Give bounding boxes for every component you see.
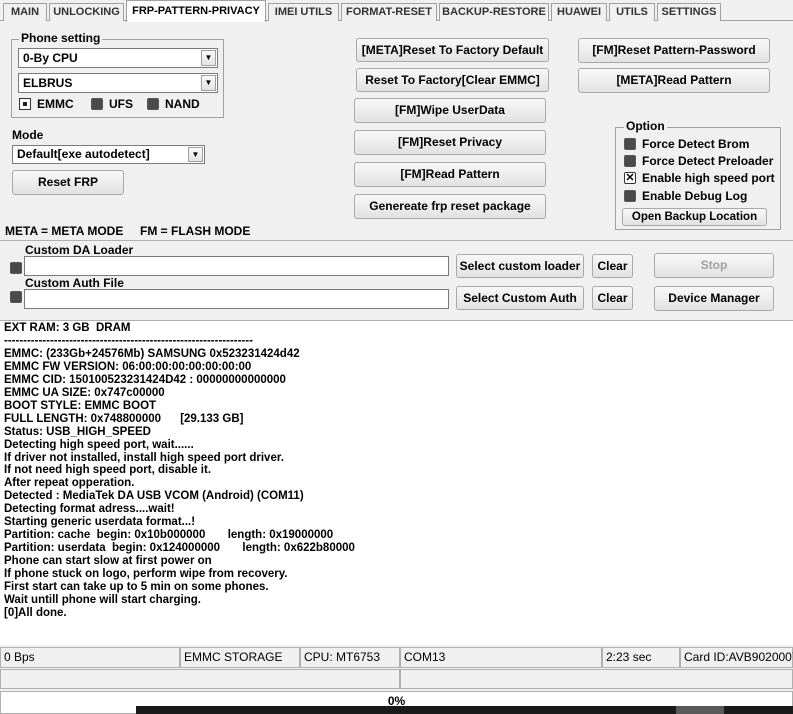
nand-radio[interactable] — [147, 98, 159, 110]
select-custom-loader-button[interactable]: Select custom loader — [456, 254, 584, 278]
log-line: Detected : MediaTek DA USB VCOM (Android… — [4, 490, 304, 503]
meta-reset-factory-button[interactable]: [META]Reset To Factory Default — [356, 38, 549, 62]
custom-da-checkbox[interactable] — [10, 262, 22, 274]
open-backup-location-button[interactable]: Open Backup Location — [622, 208, 767, 226]
custom-auth-input[interactable] — [24, 289, 449, 309]
log-line: EMMC FW VERSION: 06:00:00:00:00:00:00:00 — [4, 360, 252, 373]
log-line: First start can take up to 5 min on some… — [4, 581, 269, 593]
log-line: Detecting high speed port, wait...... — [4, 438, 194, 451]
enable-debug-log-checkbox[interactable] — [624, 190, 636, 202]
custom-da-input[interactable] — [24, 256, 449, 276]
mode-select-value: Default[exe autodetect] — [17, 147, 150, 161]
status-storage: EMMC STORAGE — [180, 647, 300, 668]
cpu-select-value: 0-By CPU — [23, 51, 78, 65]
log-line: Starting generic userdata format...! — [4, 516, 196, 529]
mode-legend: META = META MODE FM = FLASH MODE — [5, 224, 251, 238]
tab-settings[interactable]: SETTINGS — [657, 3, 721, 21]
clear-loader-button[interactable]: Clear — [592, 254, 633, 278]
status-port: COM13 — [400, 647, 602, 668]
force-detect-brom-checkbox[interactable] — [624, 138, 636, 150]
status-extra-right — [400, 669, 793, 689]
tab-main[interactable]: MAIN — [3, 3, 47, 21]
log-line: If not need high speed port, disable it. — [4, 464, 212, 477]
reset-factory-emmc-button[interactable]: Reset To Factory[Clear EMMC] — [356, 68, 549, 92]
tab-format-reset[interactable]: FORMAT-RESET — [341, 3, 437, 21]
custom-auth-checkbox[interactable] — [10, 291, 22, 303]
chevron-down-icon: ▼ — [188, 147, 203, 162]
status-cpu: CPU: MT6753 — [300, 647, 400, 668]
tab-imei-utils[interactable]: IMEI UTILS — [268, 3, 339, 21]
log-output[interactable]: EXT RAM: 3 GB DRAM ----------------------… — [0, 321, 793, 645]
force-detect-brom-label: Force Detect Brom — [642, 137, 750, 151]
chevron-down-icon: ▼ — [201, 50, 216, 66]
generate-frp-package-button[interactable]: Genereate frp reset package — [354, 194, 546, 219]
wipe-userdata-button[interactable]: [FM]Wipe UserData — [354, 98, 546, 123]
log-line: BOOT STYLE: EMMC BOOT — [4, 399, 157, 412]
log-line: [0]All done. — [4, 606, 67, 619]
enable-debug-log-label: Enable Debug Log — [642, 189, 748, 203]
log-line: Partition: cache begin: 0x10b000000 leng… — [4, 529, 334, 542]
cpu-select[interactable]: 0-By CPU ▼ — [18, 48, 218, 68]
tab-bar: MAIN UNLOCKING FRP-PATTERN-PRIVACY IMEI … — [0, 0, 793, 22]
enable-high-speed-port-checkbox[interactable]: ✕ — [624, 172, 636, 184]
status-card-id: Card ID:AVB9020007 — [680, 647, 793, 668]
reset-privacy-button[interactable]: [FM]Reset Privacy — [354, 130, 546, 155]
mode-label: Mode — [12, 128, 44, 142]
custom-da-label: Custom DA Loader — [25, 243, 134, 257]
clear-auth-button[interactable]: Clear — [592, 286, 633, 310]
log-line: FULL LENGTH: 0x748800000 [29.133 GB] — [4, 412, 244, 425]
tab-huawei[interactable]: HUAWEI — [551, 3, 607, 21]
custom-auth-label: Custom Auth File — [25, 276, 124, 290]
tab-unlocking[interactable]: UNLOCKING — [49, 3, 124, 21]
tab-utils[interactable]: UTILS — [609, 3, 655, 21]
mode-select[interactable]: Default[exe autodetect] ▼ — [12, 145, 205, 164]
log-line: EXT RAM: 3 GB DRAM — [4, 322, 131, 334]
log-line: Detecting format adress....wait! — [4, 503, 175, 516]
enable-high-speed-port-label: Enable high speed port — [642, 171, 775, 185]
log-line: Status: USB_HIGH_SPEED — [4, 425, 151, 438]
section-divider — [0, 240, 793, 241]
status-extra-left — [0, 669, 400, 689]
log-line: Partition: userdata begin: 0x124000000 l… — [4, 542, 355, 555]
reset-frp-button[interactable]: Reset FRP — [12, 170, 124, 195]
chevron-down-icon: ▼ — [201, 75, 216, 91]
meta-read-pattern-button[interactable]: [META]Read Pattern — [578, 68, 770, 93]
taskbar-highlight — [676, 706, 724, 714]
phone-setting-title: Phone setting — [19, 31, 103, 45]
model-select[interactable]: ELBRUS ▼ — [18, 73, 218, 93]
device-manager-button[interactable]: Device Manager — [654, 286, 774, 311]
tab-backup-restore[interactable]: BACKUP-RESTORE — [439, 3, 549, 21]
model-select-value: ELBRUS — [23, 76, 73, 90]
log-line: ----------------------------------------… — [4, 334, 253, 347]
log-line: If driver not installed, install high sp… — [4, 451, 284, 464]
ufs-radio[interactable] — [91, 98, 103, 110]
emmc-radio[interactable] — [19, 98, 31, 110]
status-time: 2:23 sec — [602, 647, 680, 668]
ufs-label: UFS — [109, 97, 133, 111]
log-line: Phone can start slow at first power on — [4, 555, 212, 568]
log-line: After repeat opperation. — [4, 477, 135, 490]
log-line: If phone stuck on logo, perform wipe fro… — [4, 568, 288, 581]
force-detect-preloader-checkbox[interactable] — [624, 155, 636, 167]
log-line: EMMC UA SIZE: 0x747c00000 — [4, 386, 165, 399]
option-title: Option — [624, 119, 667, 133]
stop-button[interactable]: Stop — [654, 253, 774, 278]
tab-frp-pattern-privacy[interactable]: FRP-PATTERN-PRIVACY — [126, 0, 266, 22]
reset-pattern-password-button[interactable]: [FM]Reset Pattern-Password — [578, 38, 770, 63]
nand-label: NAND — [165, 97, 200, 111]
force-detect-preloader-label: Force Detect Preloader — [642, 154, 774, 168]
fm-read-pattern-button[interactable]: [FM]Read Pattern — [354, 162, 546, 187]
emmc-label: EMMC — [37, 97, 74, 111]
status-speed: 0 Bps — [0, 647, 180, 668]
log-line: EMMC: (233Gb+24576Mb) SAMSUNG 0x52323142… — [4, 347, 300, 360]
log-line: EMMC CID: 150100523231424D42 : 000000000… — [4, 373, 286, 386]
select-custom-auth-button[interactable]: Select Custom Auth — [456, 286, 584, 310]
log-line: Wait untill phone will start charging. — [4, 593, 201, 606]
